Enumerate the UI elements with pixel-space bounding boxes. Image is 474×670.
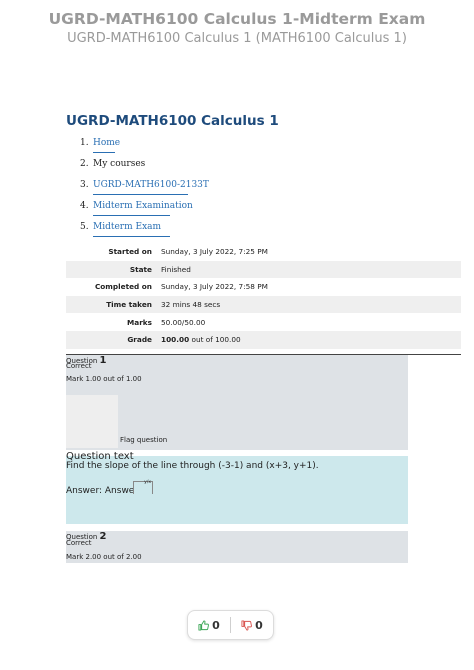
document-title: UGRD-MATH6100 Calculus 1-Midterm Exam — [48, 10, 426, 28]
vote-widget: 0 0 — [187, 610, 274, 640]
summary-value: 50.00/50.00 — [161, 317, 206, 327]
breadcrumb-number: 5. — [80, 222, 89, 232]
summary-row-time-taken: Time taken 32 mins 48 secs — [66, 295, 461, 314]
answer-prefix: Answer: — [66, 486, 105, 496]
summary-value: Sunday, 3 July 2022, 7:25 PM — [161, 247, 268, 257]
breadcrumb-underline — [93, 215, 170, 216]
summary-row-marks: Marks 50.00/50.00 — [66, 313, 461, 331]
summary-label: Completed on — [94, 282, 152, 292]
summary-value: Sunday, 3 July 2022, 7:58 PM — [161, 282, 268, 292]
summary-row-started-on: Started on Sunday, 3 July 2022, 7:25 PM — [66, 243, 461, 261]
flag-question-icon[interactable] — [66, 395, 118, 448]
thumbs-up-icon — [198, 619, 210, 631]
breadcrumb-link-midterm-examination[interactable]: Midterm Examination — [93, 201, 193, 211]
summary-label: State — [129, 264, 152, 274]
thumbs-down-icon — [241, 619, 253, 631]
breadcrumb-link-midterm-exam[interactable]: Midterm Exam — [93, 222, 161, 232]
course-heading: UGRD-MATH6100 Calculus 1 — [66, 113, 279, 129]
downvote-count: 0 — [255, 618, 263, 632]
grade-score: 100.00 — [161, 335, 190, 345]
summary-value: 32 mins 48 secs — [161, 300, 221, 310]
question-1-state: Correct — [66, 362, 92, 370]
question-1-mark: Mark 1.00 out of 1.00 — [66, 375, 142, 383]
summary-value: Finished — [161, 264, 191, 274]
question-2-state: Correct — [66, 539, 92, 547]
summary-label: Started on — [108, 247, 152, 257]
question-2-info: Question 2 Correct Mark 2.00 out of 2.00 — [66, 531, 408, 563]
breadcrumb-underline — [93, 152, 115, 153]
breadcrumb-number: 4. — [80, 201, 89, 211]
answer-input[interactable]: y/x — [133, 480, 153, 494]
upvote-button[interactable]: 0 — [188, 611, 230, 639]
summary-row-completed-on: Completed on Sunday, 3 July 2022, 7:58 P… — [66, 278, 461, 296]
flag-question-link[interactable]: Flag question — [120, 436, 167, 444]
breadcrumb-number: 3. — [80, 180, 89, 190]
breadcrumb-underline — [93, 236, 170, 237]
attempt-summary-table: Started on Sunday, 3 July 2022, 7:25 PM … — [66, 243, 461, 349]
upvote-count: 0 — [212, 618, 220, 632]
breadcrumb-link-home[interactable]: Home — [93, 138, 120, 148]
downvote-button[interactable]: 0 — [231, 611, 273, 639]
summary-label: Marks — [127, 317, 152, 327]
breadcrumb-text-my-courses: My courses — [93, 159, 146, 169]
question-2-mark: Mark 2.00 out of 2.00 — [66, 553, 142, 561]
summary-row-grade: Grade 100.00 out of 100.00 — [66, 330, 461, 349]
summary-label: Grade — [127, 335, 152, 345]
question-1-answer-line: Answer: Answer — [66, 486, 138, 496]
grade-out-of: out of 100.00 — [189, 335, 241, 345]
question-1-prompt: Find the slope of the line through (-3-1… — [66, 461, 319, 471]
breadcrumb-link-course[interactable]: UGRD-MATH6100-2133T — [93, 180, 209, 190]
summary-row-state: State Finished — [66, 260, 461, 279]
breadcrumb-underline — [93, 194, 188, 195]
document-subtitle: UGRD-MATH6100 Calculus 1 (MATH6100 Calcu… — [67, 31, 407, 46]
summary-value: 100.00 out of 100.00 — [161, 335, 241, 344]
breadcrumb-number: 1. — [80, 138, 89, 148]
breadcrumb-number: 2. — [80, 159, 89, 169]
answer-value: y/x — [144, 480, 151, 485]
summary-label: Time taken — [106, 300, 152, 310]
